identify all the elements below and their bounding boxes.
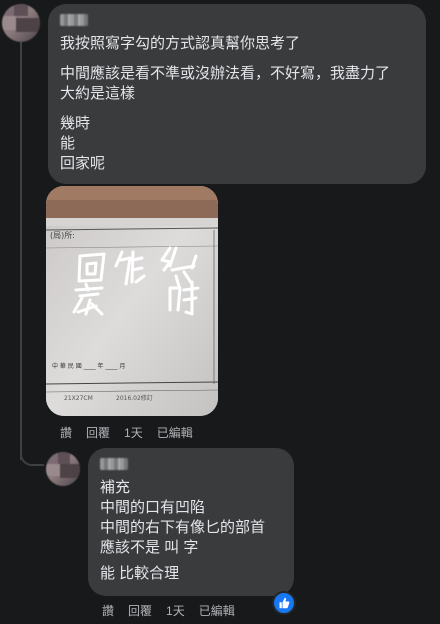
reply-commenter-name[interactable]	[100, 458, 128, 470]
reply-text-line: 中間的口有凹陷	[100, 499, 206, 516]
timestamp[interactable]: 1天	[166, 602, 185, 619]
comment-text-line: 大約是這樣	[60, 85, 136, 102]
reply-comment-bubble: 補充 中間的口有凹陷 中間的右下有像匕的部首 應該不是 叫 字 能 比較合理	[88, 448, 294, 596]
reply-text-line: 中間的右下有像匕的部首	[100, 519, 266, 536]
reply-text-line: 應該不是 叫 字	[100, 539, 199, 556]
edited-label[interactable]: 已編輯	[199, 602, 235, 619]
like-link[interactable]: 讚	[60, 424, 72, 441]
comment-actions: 讚 回覆 1天 已編輯	[60, 424, 193, 441]
thumbs-up-icon[interactable]	[272, 591, 296, 615]
date-label: 2016.02修訂	[116, 394, 153, 402]
reply-link[interactable]: 回覆	[128, 602, 152, 619]
handwriting-photo-image: (局)所: 中 華 民 國 ____ 年 ____ 月 21X27CM 2016…	[46, 186, 218, 416]
form-footer-text: 中 華 民 國 ____ 年 ____ 月	[52, 362, 125, 370]
comment-text-line: 回家呢	[60, 155, 106, 172]
comment-text-line: 能	[60, 135, 76, 152]
thread-connector-vertical	[20, 42, 22, 460]
commenter-avatar[interactable]	[2, 4, 40, 42]
attached-photo[interactable]: (局)所: 中 華 民 國 ____ 年 ____ 月 21X27CM 2016…	[46, 186, 218, 416]
like-link[interactable]: 讚	[102, 602, 114, 619]
reply-actions: 讚 回覆 1天 已編輯	[102, 602, 235, 619]
comment-text-line: 幾時	[60, 115, 91, 132]
commenter-name[interactable]	[60, 14, 88, 26]
comment-text-line: 我按照寫字勾的方式認真幫你思考了	[60, 35, 301, 52]
reply-text-line: 補充	[100, 479, 131, 496]
comment-text-line: 中間應該是看不準或沒辦法看，不好寫，我盡力了	[60, 65, 391, 82]
reply-text-line: 能 比較合理	[100, 565, 180, 582]
reply-commenter-avatar[interactable]	[46, 452, 80, 486]
thread-connector-curve	[20, 446, 44, 466]
timestamp[interactable]: 1天	[124, 424, 143, 441]
reply-link[interactable]: 回覆	[86, 424, 110, 441]
comment-bubble: 我按照寫字勾的方式認真幫你思考了 中間應該是看不準或沒辦法看，不好寫，我盡力了 …	[48, 4, 426, 184]
edited-label[interactable]: 已編輯	[157, 424, 193, 441]
form-header-text: (局)所:	[50, 230, 75, 240]
size-label: 21X27CM	[64, 395, 93, 402]
